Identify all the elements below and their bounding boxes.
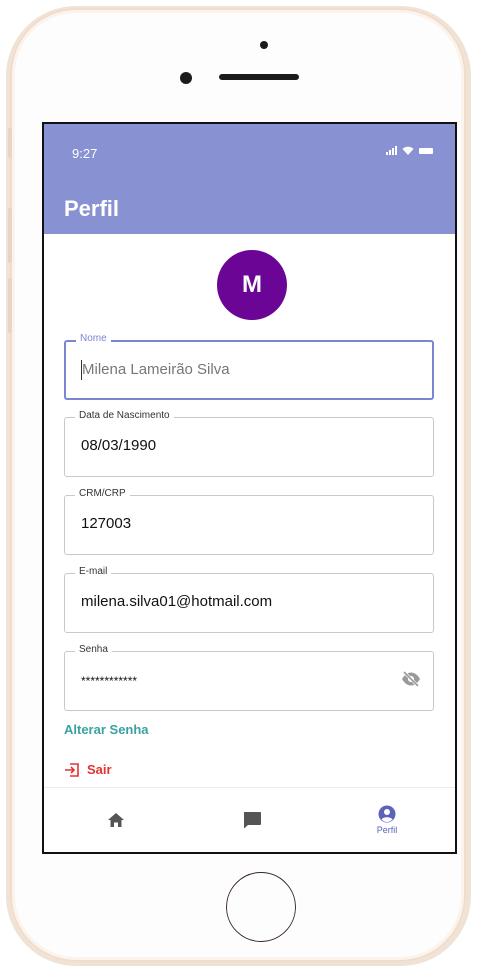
- logout-button[interactable]: Sair: [64, 762, 112, 777]
- password-field[interactable]: Senha ************: [64, 644, 434, 711]
- tab-profile[interactable]: Perfil: [327, 788, 447, 852]
- name-field[interactable]: Nome Milena Lameirão Silva: [64, 333, 434, 400]
- logout-label: Sair: [87, 762, 112, 777]
- front-camera: [180, 72, 192, 84]
- email-field[interactable]: E-mail milena.silva01@hotmail.com: [64, 566, 434, 633]
- email-label: E-mail: [75, 566, 112, 577]
- app-screen: 9:27 Perfil M Nome Milena Lameirão Silva…: [42, 122, 457, 854]
- email-input[interactable]: milena.silva01@hotmail.com: [81, 593, 272, 610]
- birthdate-label: Data de Nascimento: [75, 410, 174, 421]
- status-time: 9:27: [72, 146, 98, 161]
- name-label: Nome: [76, 333, 111, 344]
- mute-switch: [8, 128, 12, 158]
- earpiece-speaker: [219, 74, 299, 80]
- chat-icon: [243, 812, 261, 829]
- app-header: 9:27 Perfil: [44, 124, 455, 234]
- birthdate-input[interactable]: 08/03/1990: [81, 437, 156, 454]
- battery-icon: [419, 147, 433, 154]
- crm-label: CRM/CRP: [75, 488, 130, 499]
- volume-down-button: [8, 278, 12, 333]
- birthdate-field[interactable]: Data de Nascimento 08/03/1990: [64, 410, 434, 477]
- crm-input[interactable]: 127003: [81, 515, 131, 532]
- cellular-signal-icon: [386, 146, 397, 155]
- crm-field[interactable]: CRM/CRP 127003: [64, 488, 434, 555]
- tab-home[interactable]: [56, 788, 176, 852]
- name-input[interactable]: Milena Lameirão Silva: [82, 361, 230, 378]
- tab-profile-label: Perfil: [376, 825, 398, 835]
- bottom-tab-bar: Perfil: [44, 787, 455, 852]
- volume-up-button: [8, 208, 12, 263]
- password-input[interactable]: ************: [81, 674, 137, 688]
- user-circle-icon: [378, 805, 396, 823]
- page-title: Perfil: [64, 196, 120, 221]
- logout-icon: [65, 762, 79, 777]
- home-icon: [108, 813, 124, 827]
- wifi-icon: [402, 146, 414, 155]
- avatar[interactable]: M: [217, 250, 287, 320]
- eye-off-icon[interactable]: [401, 671, 421, 687]
- change-password-link[interactable]: Alterar Senha: [64, 722, 149, 737]
- tab-messages[interactable]: [192, 788, 312, 852]
- home-button[interactable]: [224, 870, 298, 944]
- proximity-sensor: [260, 41, 268, 49]
- password-label: Senha: [75, 644, 112, 655]
- status-icons: [386, 146, 433, 155]
